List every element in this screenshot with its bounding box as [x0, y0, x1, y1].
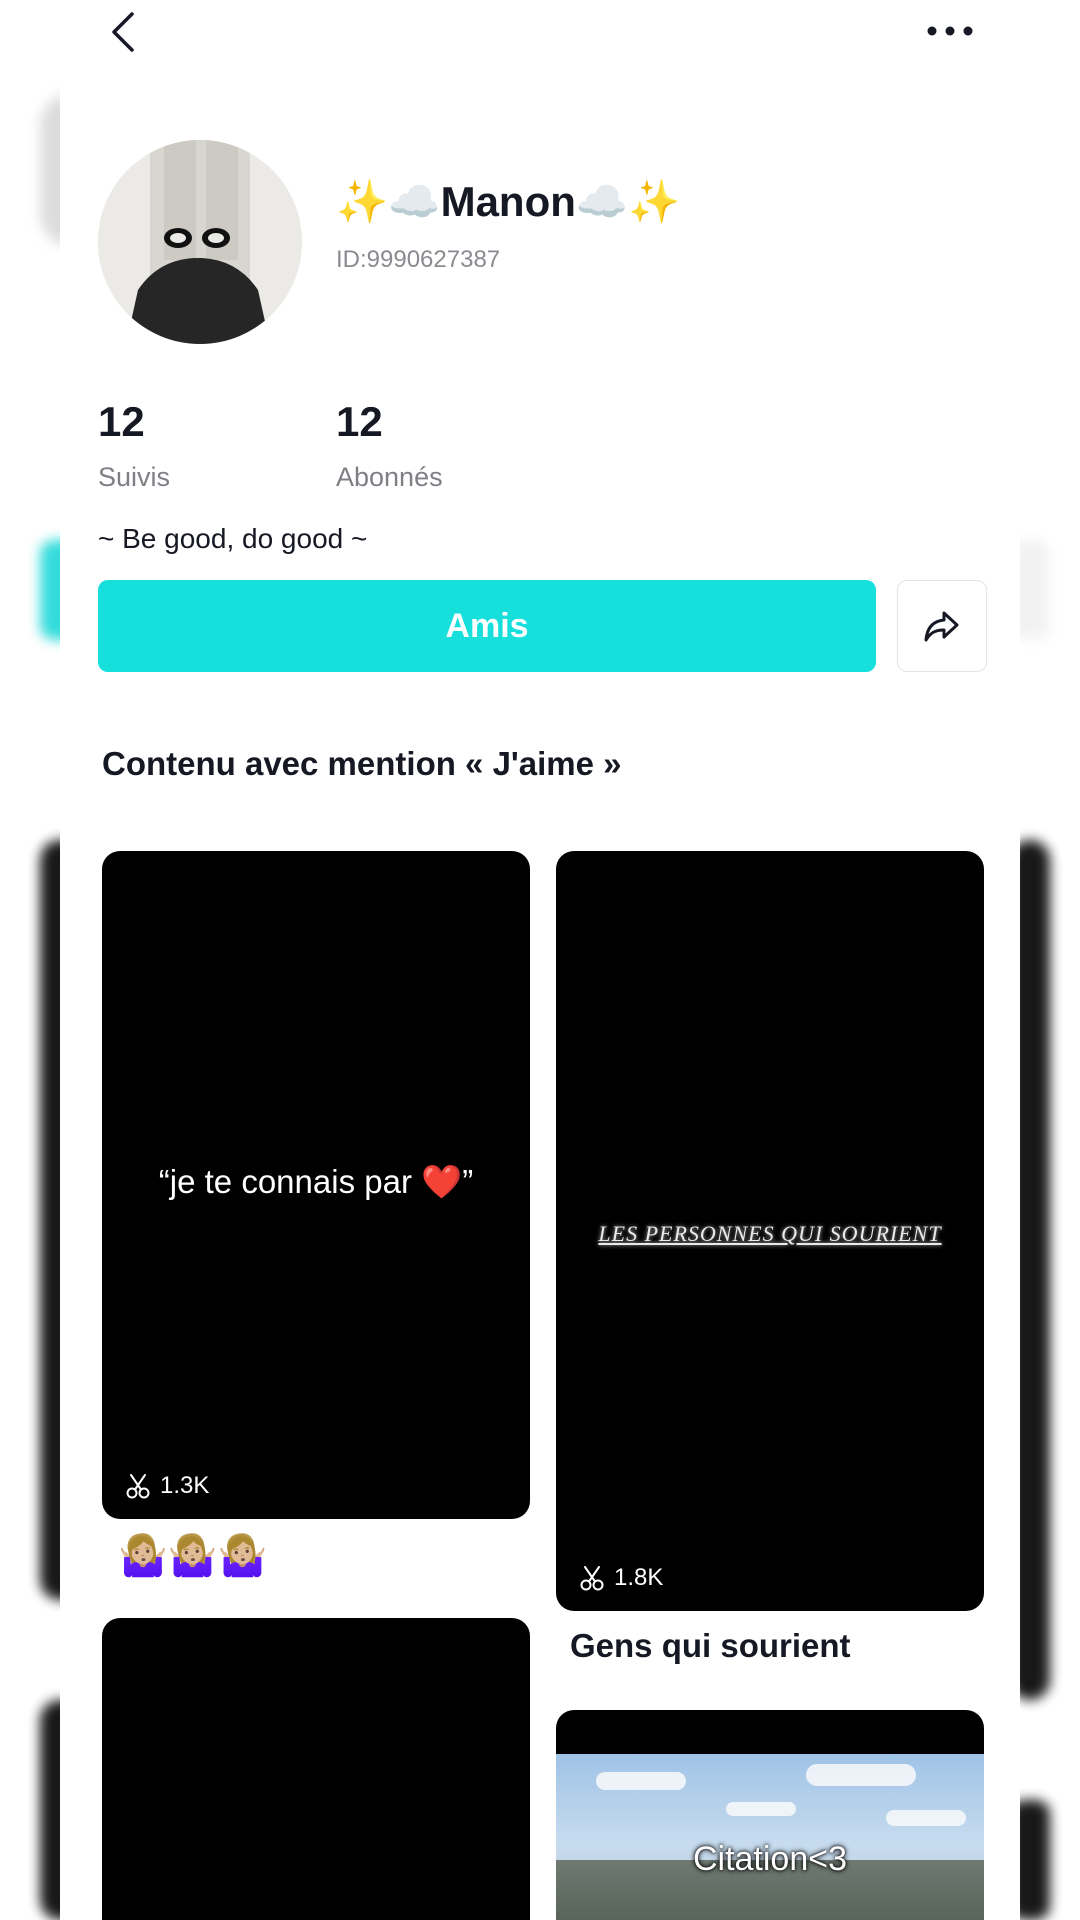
following-count: 12 — [98, 398, 145, 445]
chevron-left-icon — [112, 12, 134, 52]
template-overlay-text: Citation<3 — [692, 1840, 848, 1878]
more-options-button[interactable] — [920, 14, 980, 48]
share-button[interactable] — [897, 580, 987, 672]
back-button[interactable] — [104, 8, 144, 56]
template-overlay-text: LES PERSONNES QUI SOURIENT — [598, 1221, 942, 1246]
more-horizontal-icon — [927, 26, 973, 36]
template-uses: 1.8K — [578, 1564, 663, 1592]
template-card[interactable] — [102, 1618, 530, 1920]
template-overlay-text: “je te connais par ❤️” — [158, 1163, 474, 1200]
liked-content-title: Contenu avec mention « J'aime » — [102, 745, 622, 782]
template-card[interactable]: Citation<3 — [556, 1710, 984, 1920]
share-arrow-icon — [924, 611, 959, 642]
top-bar — [0, 0, 1080, 70]
display-name: ✨☁️Manon☁️✨ — [336, 178, 681, 225]
template-card[interactable]: LES PERSONNES QUI SOURIENT 1.8K — [556, 851, 984, 1611]
user-id: ID:9990627387 — [336, 246, 501, 273]
followers-label: Abonnés — [336, 462, 443, 492]
template-caption[interactable]: 🤷🏼‍♀️🤷🏼‍♀️🤷🏼‍♀️ — [118, 1532, 267, 1579]
following-stat[interactable]: 12 Suivis — [98, 398, 170, 493]
avatar-photo — [98, 140, 302, 344]
template-caption[interactable]: Gens qui sourient — [570, 1627, 851, 1665]
scissors-icon — [126, 1474, 150, 1499]
template-uses-count: 1.8K — [614, 1564, 664, 1591]
template-thumbnail — [556, 1754, 984, 1920]
scissors-icon — [580, 1566, 604, 1591]
template-card[interactable]: “je te connais par ❤️” 1.3K — [102, 851, 530, 1519]
template-uses: 1.3K — [124, 1472, 209, 1500]
followers-count: 12 — [336, 398, 383, 445]
avatar[interactable] — [98, 140, 302, 344]
followers-stat[interactable]: 12 Abonnés — [336, 398, 443, 493]
friends-button[interactable]: Amis — [98, 580, 876, 672]
following-label: Suivis — [98, 462, 171, 492]
template-uses-count: 1.3K — [160, 1472, 210, 1499]
bio: ~ Be good, do good ~ — [98, 523, 368, 554]
